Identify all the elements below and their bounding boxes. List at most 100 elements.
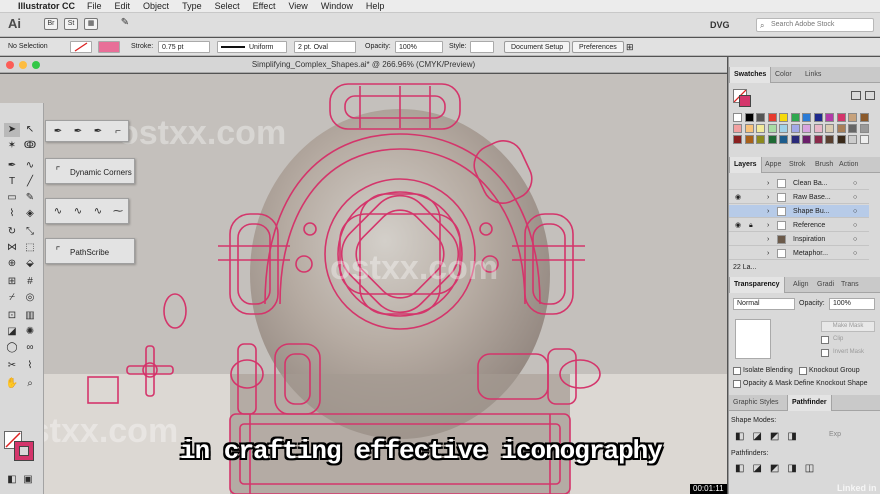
layer-row[interactable]: ◉ › Raw Base... ○: [729, 191, 869, 204]
isolate-blending-checkbox[interactable]: [733, 367, 741, 375]
shape-mode-buttons[interactable]: ◧◪◩◨: [735, 431, 805, 442]
menu-help[interactable]: Help: [366, 1, 385, 11]
color-swatch[interactable]: [859, 124, 869, 133]
layer-row[interactable]: › Shape Bu... ○: [729, 205, 869, 218]
color-swatch[interactable]: [756, 135, 765, 144]
expand-icon[interactable]: ›: [767, 233, 769, 246]
opacity-field[interactable]: 100%: [395, 41, 443, 53]
color-swatch[interactable]: [825, 113, 834, 122]
tab-transparency[interactable]: Transparency: [729, 277, 785, 293]
color-swatch[interactable]: [802, 113, 811, 122]
menu-window[interactable]: Window: [321, 1, 353, 11]
tab-gradient[interactable]: Gradi: [813, 277, 838, 293]
menu-edit[interactable]: Edit: [115, 1, 131, 11]
color-swatch[interactable]: [802, 135, 811, 144]
color-swatch[interactable]: [859, 135, 869, 144]
color-swatch[interactable]: [756, 113, 765, 122]
expand-shape-button[interactable]: Exp: [829, 431, 841, 438]
brush-definition[interactable]: 2 pt. Oval: [294, 41, 356, 53]
draw-normal-icon[interactable]: ◧: [4, 473, 20, 487]
color-swatch[interactable]: [733, 124, 742, 133]
expand-icon[interactable]: ›: [767, 247, 769, 260]
color-swatch[interactable]: [744, 124, 754, 133]
tab-links[interactable]: Links: [801, 67, 825, 83]
arrange-documents-icon[interactable]: ▦: [84, 18, 98, 30]
stroke-swatch[interactable]: [98, 41, 120, 53]
tab-stroke[interactable]: Strok: [785, 157, 809, 173]
shape-builder-tool-icon[interactable]: ⊕: [4, 257, 20, 271]
layer-row[interactable]: › Inspiration ○: [729, 233, 869, 246]
color-swatch[interactable]: [779, 124, 788, 133]
color-swatch[interactable]: [859, 113, 869, 122]
add-anchor-icon[interactable]: ✒: [70, 125, 86, 139]
workspace-switcher[interactable]: DVG: [710, 20, 730, 30]
tab-brushes[interactable]: Brush: [811, 157, 837, 173]
curve-tool-icon-3[interactable]: ∿: [90, 205, 106, 219]
color-swatch[interactable]: [767, 135, 777, 144]
tab-align[interactable]: Align: [789, 277, 813, 293]
scissors-tool-icon[interactable]: ✂: [4, 359, 20, 373]
lasso-tool-icon[interactable]: ↂ: [22, 139, 38, 153]
target-icon[interactable]: ○: [853, 247, 857, 260]
tab-transform[interactable]: Trans: [837, 277, 863, 293]
selection-tool-icon[interactable]: ➤: [4, 123, 20, 137]
color-swatch[interactable]: [744, 135, 754, 144]
expand-icon[interactable]: ›: [767, 219, 769, 232]
pathscribe-flyout[interactable]: ⌜ PathScribe: [45, 238, 135, 264]
artboard-tool-icon[interactable]: ⊡: [4, 309, 20, 323]
color-swatch[interactable]: [836, 113, 846, 122]
direct-selection-tool-icon[interactable]: ↖: [22, 123, 38, 137]
menu-object[interactable]: Object: [143, 1, 169, 11]
color-swatch[interactable]: [848, 135, 857, 144]
color-swatch[interactable]: [848, 113, 857, 122]
pathfinder-buttons[interactable]: ◧◪◩◨◫: [735, 463, 822, 474]
color-swatch[interactable]: [848, 124, 857, 133]
menu-type[interactable]: Type: [182, 1, 202, 11]
target-icon[interactable]: ○: [853, 219, 857, 232]
close-window-icon[interactable]: [6, 61, 14, 69]
eyedropper-tool-icon[interactable]: ⌿: [4, 291, 20, 305]
color-swatch[interactable]: [744, 113, 754, 122]
document-tab[interactable]: Simplifying_Complex_Shapes.ai* @ 266.96%…: [0, 57, 727, 73]
zoom-tool-icon[interactable]: ⌕: [22, 377, 38, 391]
fill-swatch[interactable]: [70, 41, 92, 53]
color-swatch[interactable]: [813, 124, 823, 133]
slice-tool-icon[interactable]: ◪: [4, 325, 20, 339]
stroke-weight-field[interactable]: 0.75 pt: [158, 41, 210, 53]
color-swatch[interactable]: [836, 124, 846, 133]
color-swatch[interactable]: [825, 135, 834, 144]
layer-row[interactable]: › Clean Ba... ○: [729, 177, 869, 190]
target-icon[interactable]: ○: [853, 177, 857, 190]
color-swatch[interactable]: [813, 135, 823, 144]
menu-view[interactable]: View: [288, 1, 307, 11]
color-swatch[interactable]: [733, 135, 742, 144]
zoom-window-icon[interactable]: [32, 61, 40, 69]
color-swatch[interactable]: [756, 124, 765, 133]
delete-anchor-icon[interactable]: ✒: [90, 125, 106, 139]
hand-tool-icon[interactable]: ✋: [4, 377, 20, 391]
line-tool-icon[interactable]: ╱: [22, 175, 38, 189]
eraser-tool-icon[interactable]: ◈: [22, 207, 38, 221]
curve-tool-icon-2[interactable]: ∿: [70, 205, 86, 219]
scale-tool-icon[interactable]: ⤡: [22, 225, 38, 239]
pen-icon[interactable]: ✒: [50, 125, 66, 139]
lock-icon[interactable]: 🔒︎: [749, 219, 753, 232]
gpu-performance-icon[interactable]: ✎: [118, 18, 132, 30]
layer-row[interactable]: › Metaphor... ○: [729, 247, 869, 260]
live-paint-tool-icon[interactable]: ⬙: [22, 257, 38, 271]
color-swatch[interactable]: [767, 124, 777, 133]
tab-appearance[interactable]: Appe: [761, 157, 785, 173]
curve-tool-icon-1[interactable]: ∿: [50, 205, 66, 219]
thumbnail-view-icon[interactable]: [865, 91, 875, 100]
expand-icon[interactable]: ›: [767, 205, 769, 218]
magic-wand-icon[interactable]: ✶: [4, 139, 20, 153]
knife-tool-icon[interactable]: ⌇: [22, 359, 38, 373]
curvature-tool-icon[interactable]: ∿: [22, 159, 38, 173]
blend-mode-select[interactable]: Normal: [733, 298, 795, 310]
perspective-grid-icon[interactable]: ⊞: [4, 275, 20, 289]
color-swatch[interactable]: [813, 113, 823, 122]
tab-color[interactable]: Color: [771, 67, 796, 83]
rectangle-tool-icon[interactable]: ▭: [4, 191, 20, 205]
rotate-tool-icon[interactable]: ↻: [4, 225, 20, 239]
mesh-tool-icon[interactable]: #: [22, 275, 38, 289]
